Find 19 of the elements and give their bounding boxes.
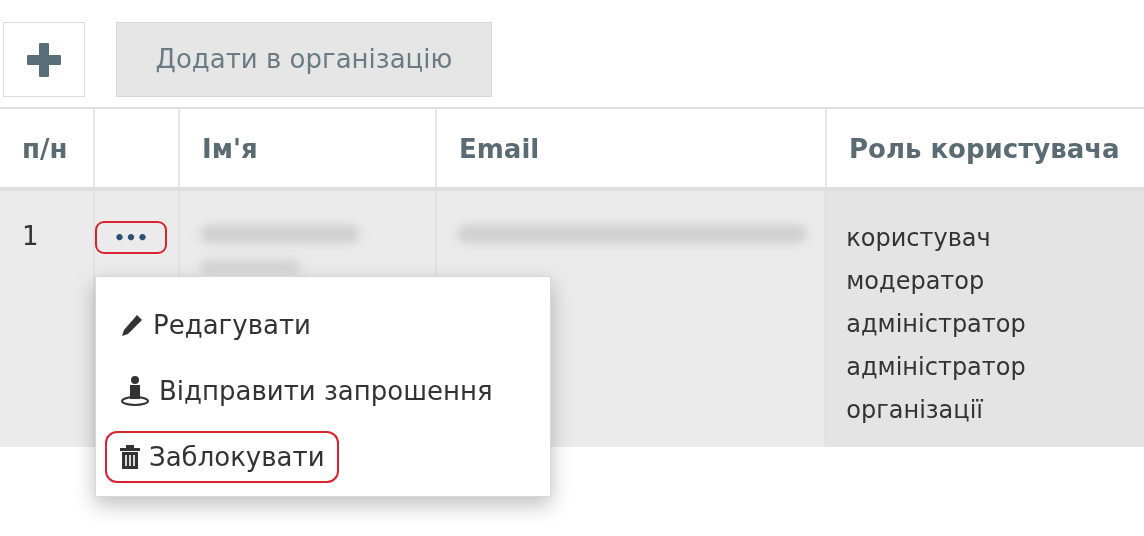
column-header: п/н (22, 132, 68, 166)
menu-item[interactable]: Заблокувати (105, 431, 339, 483)
more-button[interactable]: ••• (94, 221, 167, 254)
role-text: модератор (846, 266, 986, 297)
plus-icon (26, 41, 62, 78)
column-header: Ім'я (202, 132, 258, 166)
menu-item[interactable]: Відправити запрошення (105, 365, 507, 417)
role-text: адміністратор організації (846, 352, 1027, 426)
role-text: користувач (846, 223, 992, 254)
row-number: 1 (22, 221, 39, 251)
trash-icon (119, 444, 141, 470)
role-text: адміністратор (846, 309, 1027, 340)
pencil-icon (119, 312, 145, 338)
menu-item[interactable]: Редагувати (105, 299, 325, 351)
column-header: Email (459, 132, 540, 166)
person-icon (119, 375, 151, 407)
column-header: Роль користувача (849, 132, 1120, 166)
add-to-organization-button[interactable]: Додати в організацію (116, 22, 492, 97)
add-button[interactable] (3, 22, 85, 97)
